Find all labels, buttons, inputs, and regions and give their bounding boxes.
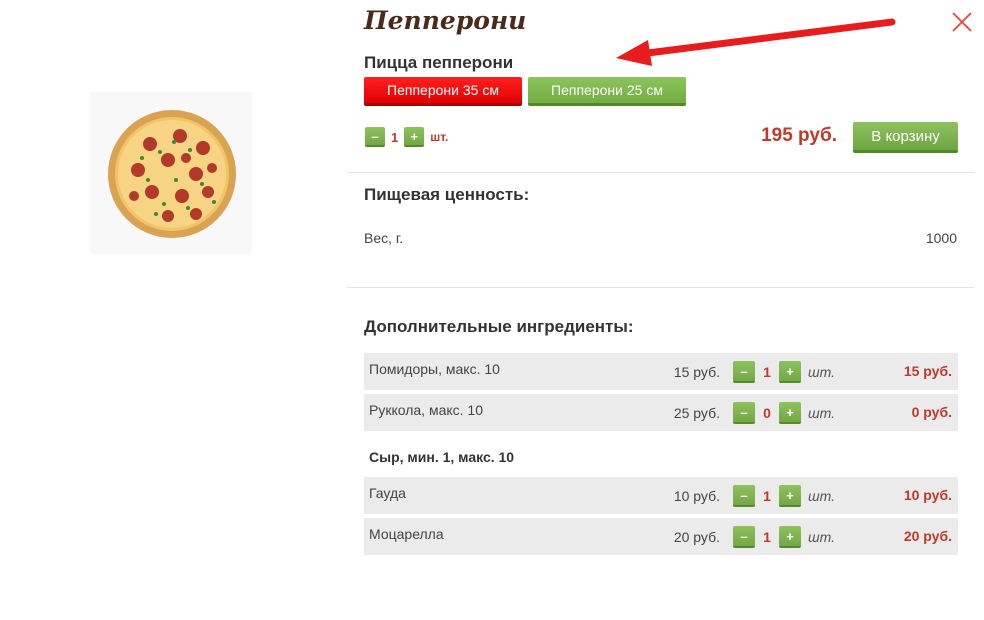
increment-button[interactable]: + (779, 402, 801, 424)
ingredient-price: 20 руб. (673, 529, 720, 545)
increment-button[interactable]: + (779, 361, 801, 383)
quantity-value: 1 (391, 129, 399, 145)
ingredient-total: 20 руб. (903, 528, 952, 544)
ingredient-unit: шт. (808, 488, 836, 504)
ingredient-row-mozzarella: Моцарелла 20 руб. – 1 + шт. 20 руб. (364, 518, 958, 555)
ingredient-quantity: 1 (763, 529, 771, 545)
size-option-25cm[interactable]: Пепперони 25 см (528, 77, 686, 106)
product-price: 195 руб. (761, 125, 837, 146)
ingredient-total: 15 руб. (903, 363, 952, 379)
ingredient-unit: шт. (808, 529, 836, 545)
ingredient-row-arugula: Руккола, макс. 10 25 руб. – 0 + шт. 0 ру… (364, 394, 958, 431)
ingredient-quantity: 0 (763, 405, 771, 421)
ingredient-stepper: – 1 + (733, 526, 801, 548)
ingredient-quantity: 1 (763, 488, 771, 504)
ingredient-quantity: 1 (763, 364, 771, 380)
ingredient-total: 10 руб. (903, 487, 952, 503)
ingredient-name: Гауда (369, 485, 406, 501)
product-image (90, 92, 252, 254)
ingredient-name: Моцарелла (369, 526, 444, 542)
divider (347, 287, 974, 288)
increment-button[interactable]: + (404, 127, 425, 147)
quantity-unit: шт. (430, 130, 449, 144)
weight-label: Вес, г. (364, 230, 404, 246)
close-icon[interactable] (950, 10, 974, 34)
nutrition-heading: Пищевая ценность: (364, 185, 530, 204)
decrement-button[interactable]: – (733, 526, 755, 548)
size-option-35cm[interactable]: Пепперони 35 см (364, 77, 522, 106)
divider (347, 172, 974, 173)
decrement-button[interactable]: – (365, 127, 385, 147)
ingredient-price: 15 руб. (673, 364, 720, 380)
ingredient-unit: шт. (808, 405, 836, 421)
product-title: Пепперони (364, 6, 527, 35)
red-arrow-annotation (616, 18, 896, 66)
quantity-stepper: – 1 + шт. (365, 127, 448, 147)
ingredient-row-tomatoes: Помидоры, макс. 10 15 руб. – 1 + шт. 15 … (364, 353, 958, 390)
product-subtitle: Пицца пепперони (364, 53, 514, 72)
decrement-button[interactable]: – (733, 402, 755, 424)
ingredient-stepper: – 1 + (733, 485, 801, 507)
ingredient-total: 0 руб. (911, 404, 952, 420)
cheese-group-heading: Сыр, мин. 1, макс. 10 (369, 449, 515, 465)
add-to-cart-button[interactable]: В корзину (853, 122, 958, 153)
ingredient-price: 10 руб. (673, 488, 720, 504)
ingredient-stepper: – 0 + (733, 402, 801, 424)
pizza-icon (108, 110, 236, 238)
ingredient-price: 25 руб. (673, 405, 720, 421)
increment-button[interactable]: + (779, 526, 801, 548)
ingredient-stepper: – 1 + (733, 361, 801, 383)
increment-button[interactable]: + (779, 485, 801, 507)
weight-value: 1000 (925, 230, 957, 246)
ingredient-name: Помидоры, макс. 10 (369, 361, 500, 377)
ingredient-name: Руккола, макс. 10 (369, 402, 484, 418)
ingredient-row-gouda: Гауда 10 руб. – 1 + шт. 10 руб. (364, 477, 958, 514)
extras-heading: Дополнительные ингредиенты: (364, 317, 634, 336)
decrement-button[interactable]: – (733, 361, 755, 383)
ingredient-unit: шт. (808, 364, 836, 380)
decrement-button[interactable]: – (733, 485, 755, 507)
